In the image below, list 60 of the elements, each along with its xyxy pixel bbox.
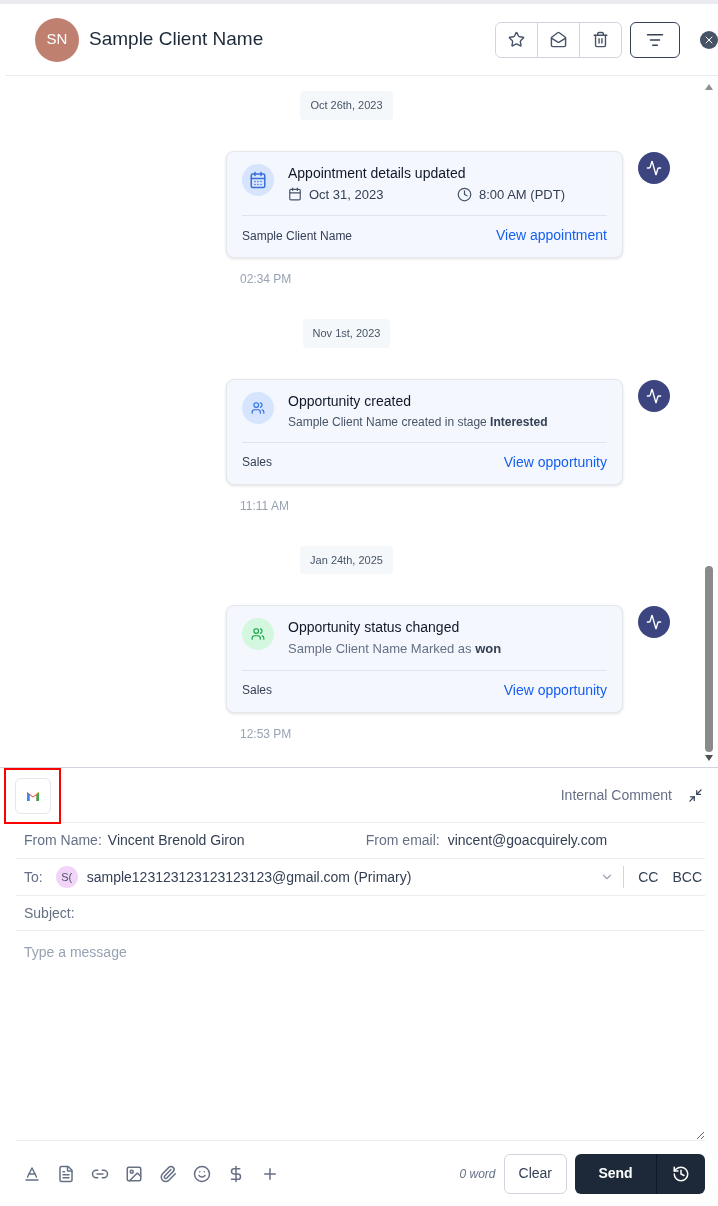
view-link[interactable]: View appointment (495, 225, 607, 246)
from-name-label: From Name: (24, 831, 102, 850)
event-description: Sample Client Name Marked as won (288, 640, 503, 658)
to-label: To: (24, 867, 43, 887)
date-chip: Nov 1st, 2023 (302, 319, 391, 348)
gmail-icon (25, 790, 40, 801)
recipient-avatar: S( (55, 866, 78, 888)
card-footer-label: Sales (242, 682, 273, 699)
appointment-date: Oct 31, 2023 (309, 185, 385, 204)
scroll-up-icon[interactable] (705, 84, 713, 90)
avatar: SN (35, 17, 79, 62)
event-time: 02:34 PM (240, 271, 293, 288)
view-link[interactable]: View opportunity (503, 679, 607, 701)
event-title: Opportunity status changed (288, 618, 461, 636)
trash-icon (592, 31, 609, 48)
calendar-icon (288, 187, 302, 202)
clear-button[interactable]: Clear (503, 1153, 567, 1194)
clock-icon (457, 186, 472, 202)
date-chip: Oct 26th, 2023 (300, 91, 393, 120)
text-format-icon[interactable] (23, 1164, 41, 1183)
close-icon[interactable] (700, 30, 718, 49)
card-footer-label: Sample Client Name (242, 227, 353, 245)
internal-comment-tab[interactable]: Internal Comment (560, 784, 672, 806)
paperclip-icon[interactable] (159, 1164, 177, 1183)
event-title: Appointment details updated (288, 163, 467, 182)
collapse-icon[interactable] (688, 787, 703, 803)
envelope-icon (550, 31, 567, 48)
view-link[interactable]: View opportunity (503, 451, 607, 473)
image-icon[interactable] (125, 1164, 143, 1183)
activity-icon (638, 379, 670, 412)
from-email-value: vincent@goacquirely.com (447, 831, 608, 850)
bcc-button[interactable]: BCC (672, 866, 702, 888)
contact-name: Sample Client Name (89, 27, 264, 52)
scroll-down-icon[interactable] (705, 755, 713, 761)
from-email-label: From email: (365, 831, 440, 850)
card-footer-label: Sales (242, 454, 273, 471)
filter-button[interactable] (630, 21, 680, 58)
document-icon[interactable] (57, 1164, 75, 1183)
emoji-icon[interactable] (193, 1164, 211, 1183)
star-icon (508, 31, 525, 48)
activity-icon (638, 606, 670, 638)
recipient-email: sample123123123123123123@gmail.com (Primary) (86, 867, 412, 887)
word-count: 0 word (459, 1165, 496, 1183)
clock-icon (672, 1164, 690, 1183)
subject-label: Subject: (24, 903, 75, 923)
appointment-time: 8:00 AM (PDT) (479, 185, 565, 204)
event-time: 12:53 PM (240, 725, 293, 743)
event-description: Sample Client Name created in stage Interested (288, 413, 549, 431)
from-name-value: Vincent Brenold Giron (107, 831, 246, 850)
email-channel-button[interactable] (14, 777, 51, 814)
calendar-icon (242, 163, 274, 196)
message-field[interactable]: Type a message (16, 931, 705, 1140)
cc-button[interactable]: CC (638, 866, 659, 888)
activity-icon (638, 151, 670, 184)
date-chip: Jan 24th, 2025 (300, 545, 393, 574)
people-icon (242, 618, 274, 650)
event-time: 11:11 AM (240, 497, 290, 515)
people-icon (242, 391, 274, 424)
event-title: Opportunity created (288, 391, 412, 410)
scroll-thumb[interactable] (705, 566, 713, 752)
